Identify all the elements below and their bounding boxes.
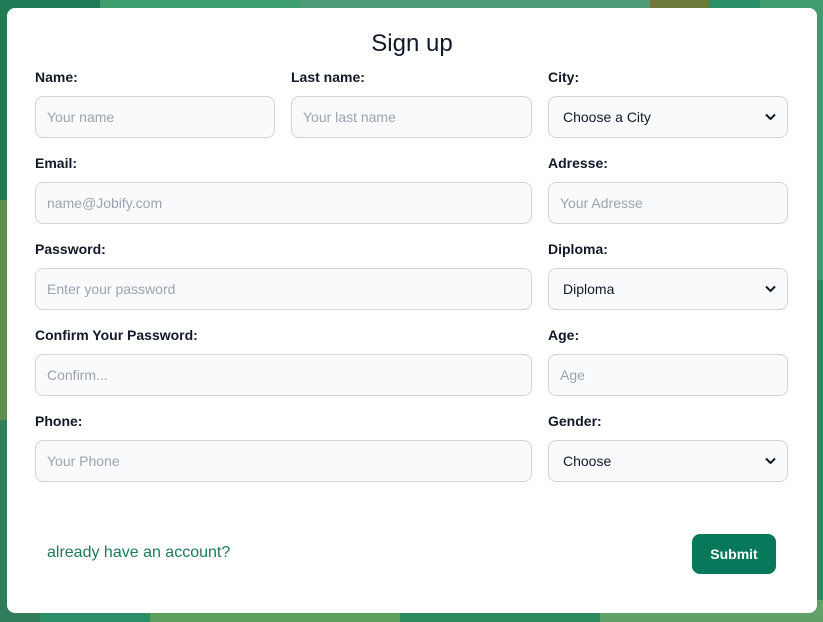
gender-select-wrapper[interactable]: Choose bbox=[548, 440, 788, 482]
city-select[interactable]: Choose a City bbox=[548, 96, 788, 138]
password-input[interactable] bbox=[35, 268, 532, 310]
diploma-label: Diploma: bbox=[548, 241, 608, 257]
diploma-select-wrapper[interactable]: Diploma bbox=[548, 268, 788, 310]
city-select-wrapper[interactable]: Choose a City bbox=[548, 96, 788, 138]
name-input[interactable] bbox=[35, 96, 275, 138]
password-label: Password: bbox=[35, 241, 106, 257]
page-title: Sign up bbox=[371, 30, 453, 57]
submit-button[interactable]: Submit bbox=[692, 534, 776, 574]
gender-label: Gender: bbox=[548, 413, 602, 429]
last-name-input[interactable] bbox=[291, 96, 532, 138]
email-label: Email: bbox=[35, 155, 78, 171]
confirm-password-label: Confirm Your Password: bbox=[35, 327, 198, 343]
name-label: Name: bbox=[35, 69, 78, 85]
diploma-select[interactable]: Diploma bbox=[548, 268, 788, 310]
city-label: City: bbox=[548, 69, 580, 85]
signup-card: Sign up Name: Last name: City: Choose a … bbox=[7, 8, 817, 613]
confirm-password-input[interactable] bbox=[35, 354, 532, 396]
age-label: Age: bbox=[548, 327, 580, 343]
phone-input[interactable] bbox=[35, 440, 532, 482]
address-input[interactable] bbox=[548, 182, 788, 224]
address-label: Adresse: bbox=[548, 155, 608, 171]
age-input[interactable] bbox=[548, 354, 788, 396]
login-link[interactable]: already have an account? bbox=[47, 544, 230, 562]
email-input[interactable] bbox=[35, 182, 532, 224]
gender-select[interactable]: Choose bbox=[548, 440, 788, 482]
last-name-label: Last name: bbox=[291, 69, 365, 85]
phone-label: Phone: bbox=[35, 413, 83, 429]
